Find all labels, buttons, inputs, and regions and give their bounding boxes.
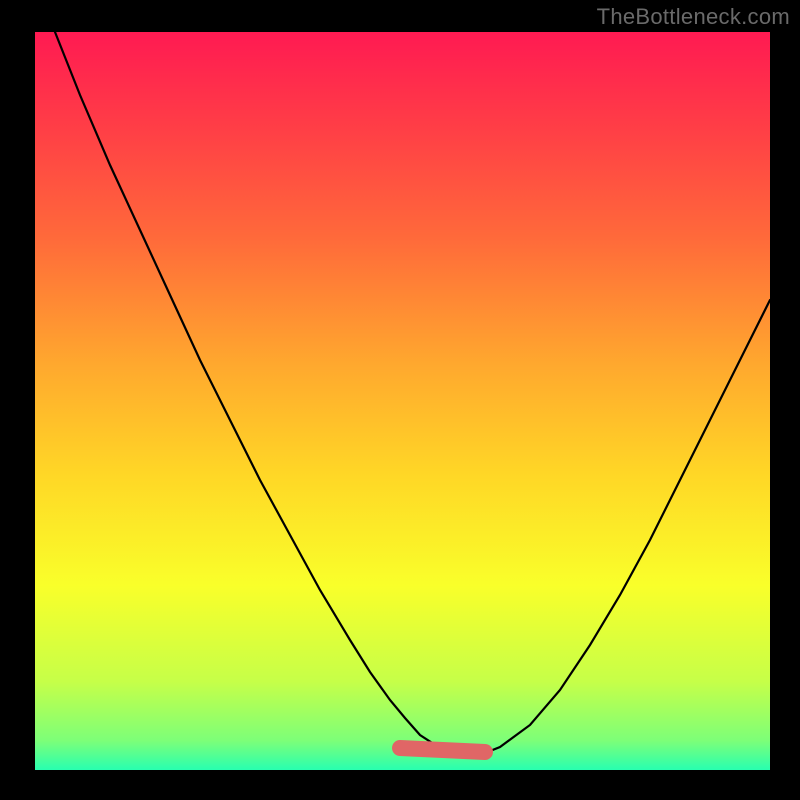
watermark-label: TheBottleneck.com <box>597 4 790 30</box>
chart-frame: TheBottleneck.com <box>0 0 800 800</box>
chart-gradient-bg <box>35 32 770 770</box>
valley-marker <box>400 748 485 752</box>
bottleneck-chart <box>0 0 800 800</box>
